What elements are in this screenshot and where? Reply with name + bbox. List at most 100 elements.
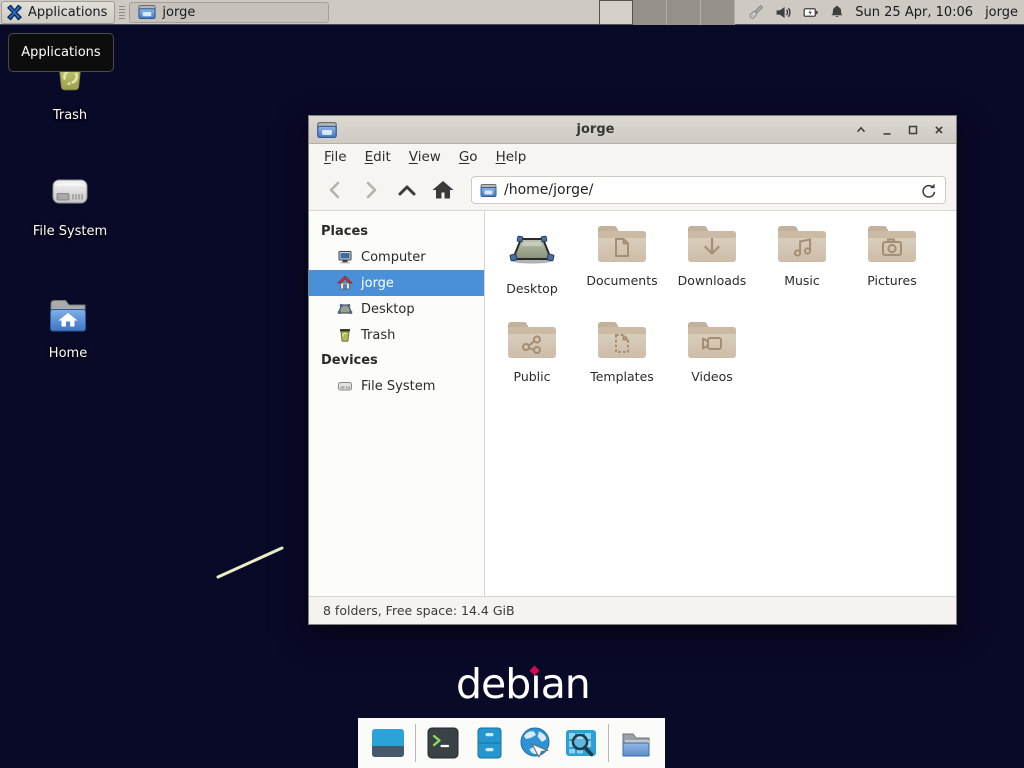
folder-label: Public [514, 369, 551, 384]
battery-icon[interactable] [802, 4, 819, 21]
sidebar-item-label: Desktop [361, 302, 415, 317]
menu-go[interactable]: Go [450, 145, 487, 169]
tooltip-text: Applications [21, 45, 100, 60]
terminal-icon[interactable] [424, 724, 462, 762]
folder-item-desktop[interactable]: Desktop [487, 225, 577, 296]
taskbar-window-label: jorge [162, 5, 195, 20]
maximize-window-icon[interactable] [906, 123, 920, 137]
home-folder-icon [44, 292, 92, 338]
path-folder-icon [480, 184, 497, 197]
application-finder-icon[interactable] [562, 724, 600, 762]
minimize-window-icon[interactable] [880, 123, 894, 137]
sidebar-item-trash[interactable]: Trash [309, 322, 484, 348]
sidebar-item-computer[interactable]: Computer [309, 244, 484, 270]
menu-view[interactable]: View [400, 145, 450, 169]
window-body: Places Computer [309, 211, 956, 596]
clock[interactable]: Sun 25 Apr, 10:06 [855, 5, 973, 20]
folder-label: Pictures [867, 273, 917, 288]
sidebar-item-jorge[interactable]: jorge [309, 270, 484, 296]
templates-folder-icon [596, 319, 648, 361]
shade-window-icon[interactable] [854, 123, 868, 137]
menu-file[interactable]: File [315, 145, 356, 169]
desktop-icon-label: File System [33, 224, 107, 239]
desktop: Applications jorge [0, 0, 1024, 768]
desktop-icon-file-system[interactable]: File System [15, 168, 125, 239]
folder-label: Music [784, 273, 820, 288]
videos-folder-icon [686, 319, 738, 361]
home-button[interactable] [427, 175, 459, 205]
notifications-bell-icon[interactable] [829, 4, 845, 20]
folder-label: Templates [590, 369, 654, 384]
top-panel: Applications jorge [0, 0, 1024, 25]
desktop-item-icon [504, 225, 560, 273]
trash-icon [337, 327, 353, 343]
sidebar: Places Computer [309, 211, 485, 596]
applications-menu-label: Applications [28, 5, 107, 20]
workspace-2[interactable] [633, 0, 667, 25]
sidebar-item-desktop[interactable]: Desktop [309, 296, 484, 322]
up-button[interactable] [391, 175, 423, 205]
window-title: jorge [343, 122, 848, 137]
taskbar-window-button[interactable]: jorge [129, 2, 329, 23]
menu-edit[interactable]: Edit [356, 145, 400, 169]
folder-label: Downloads [678, 273, 747, 288]
location-bar[interactable]: /home/jorge/ [471, 176, 946, 204]
menu-help[interactable]: Help [487, 145, 536, 169]
dock-separator [415, 724, 416, 762]
dock-separator [608, 724, 609, 762]
web-browser-globe-icon[interactable] [516, 724, 554, 762]
workspace-switcher [599, 0, 735, 25]
folder-item-pictures[interactable]: Pictures [847, 223, 937, 288]
folder-item-templates[interactable]: Templates [577, 319, 667, 384]
applications-menu-button[interactable]: Applications [1, 1, 115, 24]
forward-button[interactable] [355, 175, 387, 205]
hard-drive-icon [45, 168, 95, 216]
up-arrow-icon [393, 176, 421, 204]
folder-label: Desktop [506, 281, 558, 296]
system-tray [747, 3, 845, 21]
folder-item-downloads[interactable]: Downloads [667, 223, 757, 288]
desktop-icon-home[interactable]: Home [13, 292, 123, 361]
desktop-icon-label: Home [49, 346, 87, 361]
sidebar-devices-header: Devices [309, 348, 484, 373]
hard-drive-icon [337, 378, 353, 394]
desktop-icon [337, 301, 353, 317]
sidebar-item-label: File System [361, 379, 435, 394]
window-folder-icon [317, 122, 337, 138]
sidebar-item-label: jorge [361, 276, 394, 291]
close-window-icon[interactable] [932, 123, 946, 137]
taskbar-grip-handle[interactable] [119, 6, 125, 19]
settings-tool-icon[interactable] [747, 3, 765, 21]
volume-icon[interactable] [775, 4, 792, 21]
dock [358, 718, 665, 768]
back-button[interactable] [319, 175, 351, 205]
folder-item-music[interactable]: Music [757, 223, 847, 288]
reload-icon[interactable] [919, 181, 937, 199]
downloads-folder-icon [686, 223, 738, 265]
session-user-label[interactable]: jorge [985, 5, 1018, 20]
file-manager-cabinet-icon[interactable] [470, 724, 508, 762]
statusbar-text: 8 folders, Free space: 14.4 GiB [323, 603, 515, 618]
window-controls [854, 123, 946, 137]
debian-logo: debıan [456, 660, 590, 708]
forward-arrow-icon [357, 176, 385, 204]
cursor-trail-line [210, 540, 300, 585]
computer-icon [337, 249, 353, 265]
workspace-1[interactable] [599, 0, 633, 25]
window-titlebar[interactable]: jorge [309, 116, 956, 144]
folder-label: Documents [586, 273, 657, 288]
folder-label: Videos [691, 369, 733, 384]
sidebar-item-file-system[interactable]: File System [309, 373, 484, 399]
home-icon [429, 176, 457, 204]
path-text[interactable]: /home/jorge/ [504, 182, 912, 198]
folder-item-public[interactable]: Public [487, 319, 577, 384]
workspace-3[interactable] [667, 0, 701, 25]
show-desktop-icon[interactable] [369, 724, 407, 762]
folder-item-videos[interactable]: Videos [667, 319, 757, 384]
files-folder-icon[interactable] [617, 724, 655, 762]
applications-tooltip: Applications [8, 33, 114, 72]
workspace-4[interactable] [701, 0, 735, 25]
folder-item-documents[interactable]: Documents [577, 223, 667, 288]
statusbar: 8 folders, Free space: 14.4 GiB [309, 596, 956, 624]
desktop-icon-label: Trash [53, 108, 87, 123]
